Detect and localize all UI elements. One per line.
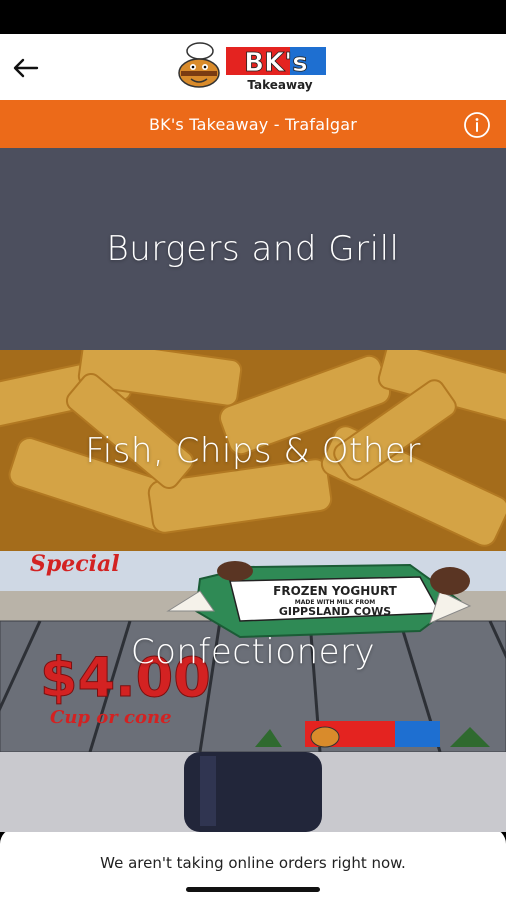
svg-text:FROZEN YOGHURT: FROZEN YOGHURT <box>273 584 398 598</box>
status-bar <box>0 0 506 34</box>
category-drinks[interactable] <box>0 752 506 832</box>
svg-text:GIPPSLAND COWS: GIPPSLAND COWS <box>279 605 391 618</box>
arrow-left-icon <box>13 58 39 78</box>
home-indicator[interactable] <box>186 887 320 892</box>
category-fish-chips-other[interactable]: Fish, Chips & Other <box>0 350 506 551</box>
store-bar: BK's Takeaway - Trafalgar <box>0 100 506 148</box>
svg-text:Special: Special <box>30 551 120 577</box>
app-header: BK's Takeaway <box>0 34 506 100</box>
ordering-unavailable-message: We aren't taking online orders right now… <box>100 854 406 872</box>
order-status-footer: We aren't taking online orders right now… <box>0 828 506 900</box>
logo-subtitle-text: Takeaway <box>247 78 312 92</box>
store-name: BK's Takeaway - Trafalgar <box>148 114 358 134</box>
brand-logo: BK's Takeaway <box>176 39 330 95</box>
info-button[interactable] <box>462 110 492 140</box>
logo-brand-text: BK's <box>244 48 307 78</box>
svg-text:Cup or cone: Cup or cone <box>50 707 172 728</box>
category-confectionery[interactable]: Special FROZEN YOGHURT MADE WITH MILK FR… <box>0 551 506 752</box>
category-label: Fish, Chips & Other <box>85 430 421 471</box>
category-burgers-and-grill[interactable]: Burgers and Grill <box>0 148 506 350</box>
category-label: Burgers and Grill <box>106 229 400 269</box>
info-circle-icon <box>464 112 490 138</box>
back-button[interactable] <box>10 52 42 84</box>
drink-bottle-image <box>0 752 506 832</box>
category-label: Confectionery <box>130 631 376 672</box>
chef-mascot-icon <box>178 42 220 88</box>
